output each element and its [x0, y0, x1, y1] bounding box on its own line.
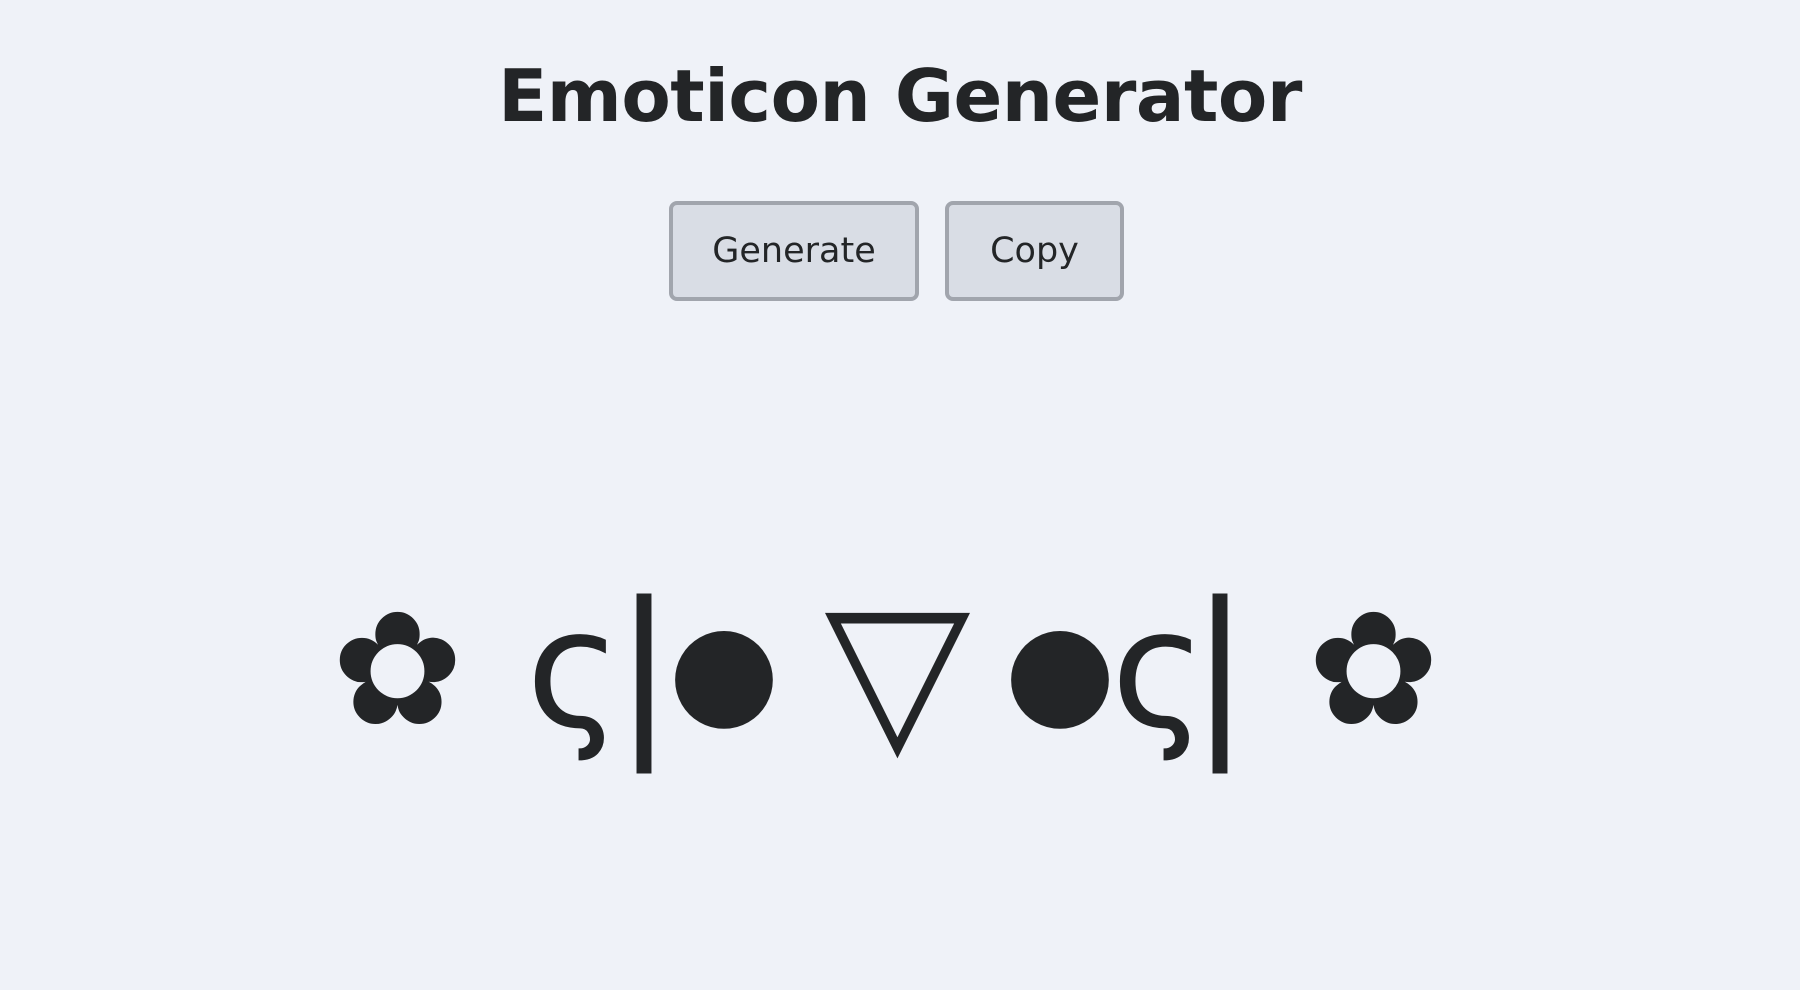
- page-title: Emoticon Generator: [498, 54, 1302, 138]
- mouth-glyph: ▽: [815, 560, 980, 780]
- right-flower-glyph-text: ✿: [1307, 578, 1440, 762]
- right-eye-glyph: ●: [1004, 560, 1116, 780]
- left-cheek-glyph-text: ς: [525, 574, 623, 765]
- generate-button[interactable]: Generate: [669, 201, 919, 301]
- left-eye-glyph-text: ●: [668, 595, 780, 744]
- right-eye-glyph-text: ●: [1004, 595, 1116, 744]
- right-bar-glyph-text: |: [1189, 565, 1251, 774]
- emoticon-generator-app: Emoticon Generator Generate Copy ✿ ς | ●…: [0, 0, 1800, 990]
- right-bar-glyph: |: [1190, 560, 1251, 780]
- emoticon-display: ✿ ς | ● ▽ ● ς | ✿: [320, 560, 1480, 780]
- left-flower-glyph-text: ✿: [331, 578, 464, 762]
- left-bar-glyph: |: [614, 560, 675, 780]
- left-cheek-glyph: ς: [525, 560, 623, 780]
- left-bar-glyph-text: |: [613, 565, 675, 774]
- left-flower-icon: ✿: [320, 560, 475, 780]
- copy-button[interactable]: Copy: [945, 201, 1124, 301]
- right-flower-icon: ✿: [1296, 560, 1451, 780]
- mouth-glyph-text: ▽: [824, 559, 971, 780]
- left-eye-glyph: ●: [668, 560, 780, 780]
- button-toolbar: Generate Copy: [0, 201, 1800, 301]
